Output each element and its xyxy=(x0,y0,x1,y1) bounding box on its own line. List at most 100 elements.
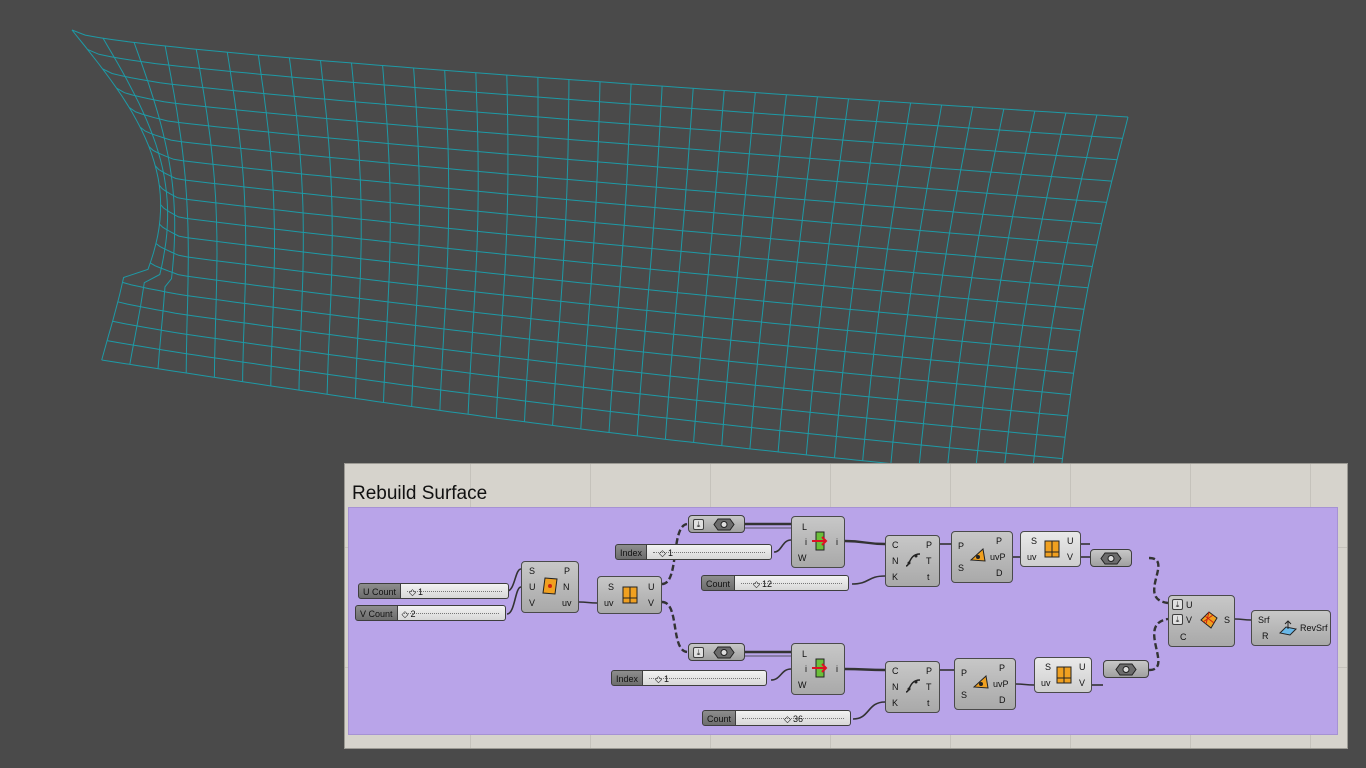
reverse-surface-icon xyxy=(1278,620,1298,636)
input-port-l[interactable]: L xyxy=(802,649,807,659)
slider-track[interactable]: 1 xyxy=(401,583,510,599)
output-port-p[interactable]: P xyxy=(926,666,932,676)
input-port-i[interactable]: i xyxy=(805,537,807,547)
output-port-i[interactable]: i xyxy=(836,537,838,547)
param-relay-right-top[interactable] xyxy=(1090,549,1132,567)
interpolate-curve-top[interactable]: C N K P T t xyxy=(885,535,940,587)
mesh-isocurve xyxy=(148,146,1097,246)
input-port-u[interactable]: U xyxy=(1186,600,1193,610)
output-port-p[interactable]: P xyxy=(996,536,1002,546)
input-port-l[interactable]: L xyxy=(802,522,807,532)
slider-track[interactable]: 1 xyxy=(647,544,773,560)
input-port-w[interactable]: W xyxy=(798,553,807,563)
input-port-i[interactable]: i xyxy=(805,664,807,674)
insert-items-component-bottom[interactable]: L i W i xyxy=(791,643,845,695)
output-port-p[interactable]: P xyxy=(999,663,1005,673)
output-port-t-param[interactable]: t xyxy=(927,698,930,708)
input-port-r[interactable]: R xyxy=(1262,631,1269,641)
input-port-uv[interactable]: uv xyxy=(1041,678,1051,688)
output-port-p[interactable]: P xyxy=(926,540,932,550)
input-port-n[interactable]: N xyxy=(892,556,899,566)
input-port-uv[interactable]: uv xyxy=(1027,552,1037,562)
input-port-s[interactable]: S xyxy=(529,566,535,576)
wire xyxy=(770,668,792,681)
input-port-u[interactable]: U xyxy=(529,582,536,592)
output-port-uvp[interactable]: uvP xyxy=(993,679,1009,689)
output-port-d[interactable]: D xyxy=(996,568,1003,578)
count-slider-bottom[interactable]: Count 36 xyxy=(702,710,852,726)
u-count-slider[interactable]: U Count 1 xyxy=(358,583,510,599)
surface-closest-point-bottom[interactable]: P S P uvP D xyxy=(954,658,1016,710)
input-port-k[interactable]: K xyxy=(892,572,898,582)
output-port-uv[interactable]: uv xyxy=(562,598,572,608)
output-port-t-param[interactable]: t xyxy=(927,572,930,582)
input-port-p[interactable]: P xyxy=(961,668,967,678)
arrow-down-icon: ⤓ xyxy=(693,519,704,530)
input-port-w[interactable]: W xyxy=(798,680,807,690)
output-port-u[interactable]: U xyxy=(648,582,655,592)
deconstruct-uv-component[interactable]: S uv U V xyxy=(597,576,662,614)
component-label: RevSrf xyxy=(1300,623,1328,633)
insert-items-component-top[interactable]: L i W i xyxy=(791,516,845,568)
input-port-v[interactable]: V xyxy=(529,598,535,608)
input-port-uv[interactable]: uv xyxy=(604,598,614,608)
deconstruct-domain-top[interactable]: S uv U V xyxy=(1020,531,1081,567)
slider-track[interactable]: 1 xyxy=(643,670,768,686)
input-port-c[interactable]: C xyxy=(1180,632,1187,642)
hexagon-icon xyxy=(1115,663,1137,676)
evaluate-surface-component[interactable]: S U V P N uv xyxy=(521,561,579,613)
input-port-s[interactable]: S xyxy=(608,582,614,592)
output-port-u[interactable]: U xyxy=(1067,536,1074,546)
wire xyxy=(852,701,886,720)
hexagon-icon xyxy=(713,518,735,531)
mesh-isocurve xyxy=(552,79,570,426)
input-port-k[interactable]: K xyxy=(892,698,898,708)
output-port-u[interactable]: U xyxy=(1079,662,1086,672)
param-relay-bottom[interactable]: ⤓ xyxy=(688,643,745,661)
input-port-s[interactable]: S xyxy=(1031,536,1037,546)
param-relay-right-bottom[interactable] xyxy=(1103,660,1149,678)
input-port-s[interactable]: S xyxy=(961,690,967,700)
surface-from-points-component[interactable]: ⤓ ⤓ U V C S xyxy=(1168,595,1235,647)
input-port-s[interactable]: S xyxy=(958,563,964,573)
interpolate-curve-bottom[interactable]: C N K P T t xyxy=(885,661,940,713)
input-port-c[interactable]: C xyxy=(892,666,899,676)
input-port-p[interactable]: P xyxy=(958,541,964,551)
slider-track[interactable]: 2 xyxy=(397,605,506,621)
count-slider-top[interactable]: Count 12 xyxy=(701,575,850,591)
input-port-n[interactable]: N xyxy=(892,682,899,692)
arrow-down-icon: ⤓ xyxy=(1172,599,1183,610)
output-port-t[interactable]: T xyxy=(926,682,932,692)
output-port-n[interactable]: N xyxy=(563,582,570,592)
index-slider-bottom[interactable]: Index 1 xyxy=(611,670,768,686)
input-port-v[interactable]: V xyxy=(1186,615,1192,625)
index-slider-top[interactable]: Index 1 xyxy=(615,544,773,560)
wireframe-surface xyxy=(71,29,1129,481)
input-port-c[interactable]: C xyxy=(892,540,899,550)
output-port-d[interactable]: D xyxy=(999,695,1006,705)
input-port-s[interactable]: S xyxy=(1045,662,1051,672)
output-port-t[interactable]: T xyxy=(926,556,932,566)
output-port-v[interactable]: V xyxy=(1079,678,1085,688)
input-port-srf[interactable]: Srf xyxy=(1258,615,1270,625)
output-port-p[interactable]: P xyxy=(564,566,570,576)
surface-closest-point-top[interactable]: P S P uvP D xyxy=(951,531,1013,583)
mesh-isocurve xyxy=(890,104,943,464)
grasshopper-canvas[interactable]: Rebuild Surface S U V P N uv S uv U V ⤓ … xyxy=(344,463,1348,749)
wire xyxy=(1015,683,1035,686)
output-port-v[interactable]: V xyxy=(648,598,654,608)
param-relay-top[interactable]: ⤓ xyxy=(688,515,745,533)
output-port-v[interactable]: V xyxy=(1067,552,1073,562)
output-port-i[interactable]: i xyxy=(836,664,838,674)
output-port-uvp[interactable]: uvP xyxy=(990,552,1006,562)
slider-track[interactable]: 36 xyxy=(736,710,852,726)
deconstruct-domain-bottom[interactable]: S uv U V xyxy=(1034,657,1092,693)
mesh-isocurve xyxy=(608,83,632,433)
reverse-surface-component[interactable]: Srf R RevSrf xyxy=(1251,610,1331,646)
output-port-s[interactable]: S xyxy=(1224,615,1230,625)
v-count-slider[interactable]: V Count 2 xyxy=(355,605,506,621)
wire xyxy=(661,600,689,654)
slider-track[interactable]: 12 xyxy=(735,575,850,591)
mesh-isocurve xyxy=(495,74,509,419)
domain-icon xyxy=(1044,540,1060,558)
